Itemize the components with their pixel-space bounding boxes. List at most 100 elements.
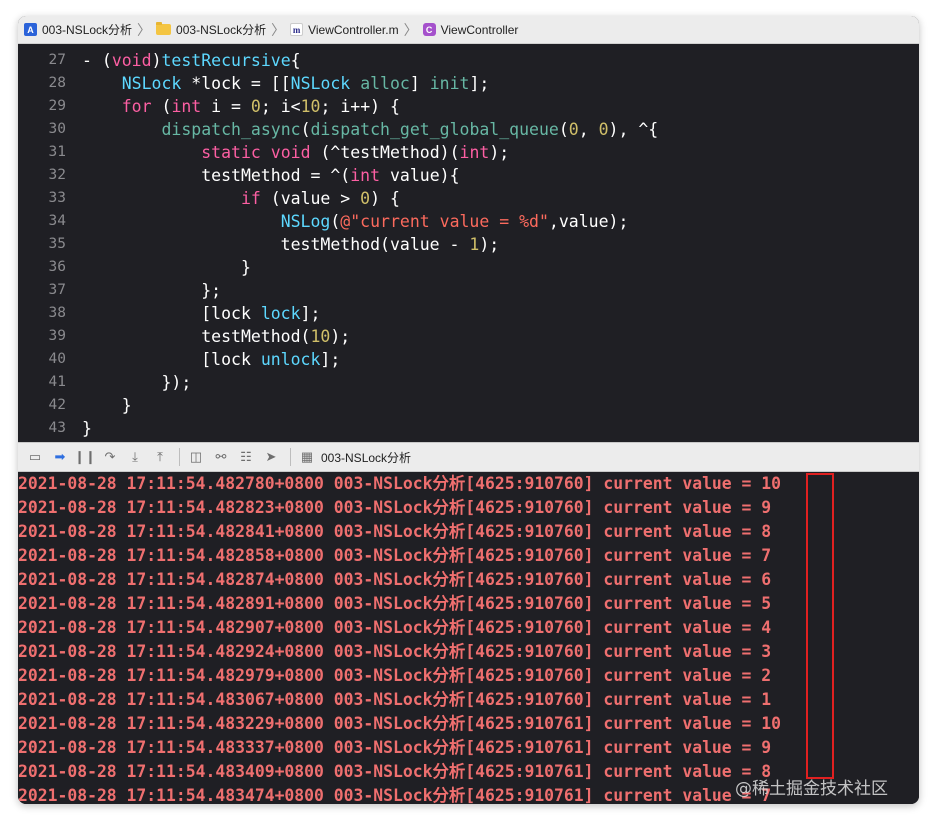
line-number: 43 (48, 420, 66, 436)
code-line[interactable]: 37 }; (18, 279, 919, 302)
memory-graph-icon[interactable]: ⚯ (210, 446, 232, 468)
code-token: (value > (260, 189, 361, 208)
code-line[interactable]: 32 testMethod = ^(int value){ (18, 164, 919, 187)
code-token: } (82, 396, 132, 415)
code-line[interactable]: 31 static void (^testMethod)(int); (18, 141, 919, 164)
class-icon: C (422, 23, 436, 36)
console-line: 2021-08-28 17:11:54.482907+0800 003-NSLo… (18, 618, 772, 637)
jump-bar: A 003-NSLock分析 〉 003-NSLock分析 〉 m ViewCo… (18, 16, 919, 44)
console-line: 2021-08-28 17:11:54.482979+0800 003-NSLo… (18, 666, 772, 685)
code-line[interactable]: 42 } (18, 394, 919, 417)
code-line[interactable]: 33 if (value > 0) { (18, 187, 919, 210)
line-number: 42 (48, 397, 66, 413)
xcode-window: A 003-NSLock分析 〉 003-NSLock分析 〉 m ViewCo… (18, 16, 919, 804)
code-text: } (82, 394, 132, 417)
step-out-icon[interactable]: ⤒ (149, 446, 171, 468)
code-token: - ( (82, 51, 112, 70)
console-output[interactable]: 2021-08-28 17:11:54.482780+0800 003-NSLo… (18, 472, 919, 804)
code-token: testRecursive (161, 51, 291, 70)
code-token: ,value); (548, 212, 629, 231)
code-token: 0 (250, 97, 261, 116)
line-number: 36 (48, 259, 66, 275)
view-hierarchy-icon[interactable]: ◫ (185, 446, 207, 468)
code-token: unlock (260, 350, 321, 369)
console-line: 2021-08-28 17:11:54.482874+0800 003-NSLo… (18, 570, 772, 589)
code-token: ), ^{ (608, 120, 659, 139)
breadcrumb-file[interactable]: m ViewController.m (290, 23, 399, 37)
code-token: ( (558, 120, 569, 139)
toolbar-divider (179, 448, 180, 466)
pause-icon[interactable]: ❙❙ (74, 446, 96, 468)
code-token: dispatch_get_global_queue (310, 120, 559, 139)
code-token: ); (330, 327, 351, 346)
code-token: if (240, 189, 261, 208)
code-token: ; i++) { (320, 97, 400, 116)
code-token: ]; (320, 350, 341, 369)
code-token: } (82, 419, 92, 438)
code-token: 10 (310, 327, 331, 346)
code-line[interactable]: 38 [lock lock]; (18, 302, 919, 325)
debug-toolbar: ▭ ➡ ❙❙ ↷ ⤓ ⤒ ◫ ⚯ ☷ ➤ ▦ 003-NSLock分析 (18, 442, 919, 472)
console-line: 2021-08-28 17:11:54.482924+0800 003-NSLo… (18, 642, 772, 661)
simulate-location-icon[interactable]: ➤ (260, 446, 282, 468)
step-over-icon[interactable]: ↷ (99, 446, 121, 468)
code-token: 0 (568, 120, 579, 139)
breadcrumb-chevron-icon: 〉 (137, 21, 152, 38)
code-token: [lock (82, 304, 261, 323)
code-token: ) (151, 51, 162, 70)
code-text: static void (^testMethod)(int); (82, 141, 509, 164)
code-text: } (82, 417, 92, 440)
code-token: void (270, 143, 311, 162)
line-number: 41 (48, 374, 66, 390)
code-token: ) { (370, 189, 400, 208)
objc-file-icon: m (290, 23, 304, 36)
code-line[interactable]: 30 dispatch_async(dispatch_get_global_qu… (18, 118, 919, 141)
code-text: } (82, 256, 251, 279)
breadcrumb-chevron-icon: 〉 (403, 21, 418, 38)
code-token: void (111, 51, 152, 70)
code-line[interactable]: 29 for (int i = 0; i<10; i++) { (18, 95, 919, 118)
breadcrumb-project[interactable]: A 003-NSLock分析 (24, 21, 132, 38)
breadcrumb-folder[interactable]: 003-NSLock分析 (156, 21, 266, 38)
project-icon: A (24, 23, 37, 36)
code-line[interactable]: 35 testMethod(value - 1); (18, 233, 919, 256)
line-number: 27 (48, 52, 66, 68)
code-line[interactable]: 39 testMethod(10); (18, 325, 919, 348)
hide-debug-area-icon[interactable]: ▭ (24, 446, 46, 468)
line-number: 30 (48, 121, 66, 137)
code-line[interactable]: 27 - (void)testRecursive{ (18, 49, 919, 72)
console-line: 2021-08-28 17:11:54.482858+0800 003-NSLo… (18, 546, 772, 565)
breadcrumb-class[interactable]: C ViewController (422, 23, 518, 37)
code-text: NSLock *lock = [[NSLock alloc] init]; (82, 72, 490, 95)
highlight-box (806, 473, 834, 779)
code-token: i = (201, 97, 251, 116)
code-editor[interactable]: 27- (void)testRecursive{28 NSLock *lock … (18, 44, 919, 442)
environment-overrides-icon[interactable]: ☷ (235, 446, 257, 468)
debug-target-label[interactable]: 003-NSLock分析 (321, 449, 411, 466)
code-line[interactable]: 34 NSLog(@"current value = %d",value); (18, 210, 919, 233)
step-into-icon[interactable]: ⤓ (124, 446, 146, 468)
code-line[interactable]: 28 NSLock *lock = [[NSLock alloc] init]; (18, 72, 919, 95)
code-line[interactable]: 41 }); (18, 371, 919, 394)
console-line: 2021-08-28 17:11:54.483067+0800 003-NSLo… (18, 690, 772, 709)
code-line[interactable]: 40 [lock unlock]; (18, 348, 919, 371)
line-number: 39 (48, 328, 66, 344)
console-line: 2021-08-28 17:11:54.482780+0800 003-NSLo… (18, 474, 782, 493)
line-number: 37 (48, 282, 66, 298)
code-line[interactable]: 43} (18, 417, 919, 440)
code-text: testMethod = ^(int value){ (82, 164, 459, 187)
code-token: [lock (82, 350, 261, 369)
code-line[interactable]: 36 } (18, 256, 919, 279)
code-token: alloc (360, 74, 410, 93)
breakpoints-toggle-icon[interactable]: ➡ (49, 446, 71, 468)
code-token: ; i< (260, 97, 301, 116)
code-token: NSLock (121, 74, 182, 93)
line-number: 33 (48, 190, 66, 206)
code-token: ); (479, 235, 500, 254)
code-token: } (82, 258, 251, 277)
console-line: 2021-08-28 17:11:54.483337+0800 003-NSLo… (18, 738, 772, 757)
